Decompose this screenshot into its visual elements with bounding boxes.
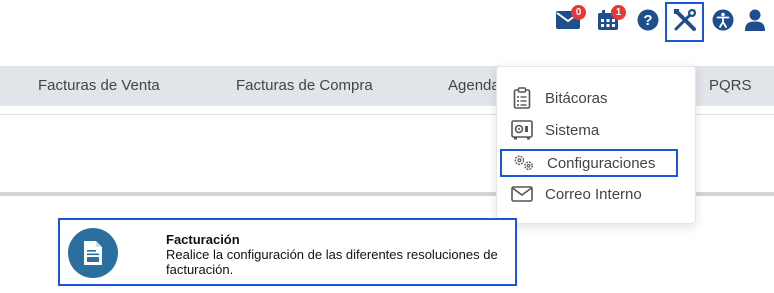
mail-button[interactable]: 0	[554, 5, 586, 36]
safe-icon	[511, 119, 533, 141]
nav-item-facturas-compra[interactable]: Facturas de Compra	[236, 66, 373, 106]
clipboard-list-icon	[511, 87, 533, 109]
calendar-count-badge: 1	[611, 5, 626, 20]
envelope-outline-icon	[511, 183, 533, 205]
card-description: Realice la configuración de las diferent…	[166, 247, 498, 277]
facturacion-card[interactable]: Facturación Realice la configuración de …	[58, 218, 517, 286]
menu-item-configuraciones[interactable]: Configuraciones	[500, 149, 678, 177]
tools-button[interactable]	[665, 2, 704, 42]
menu-item-bitacoras[interactable]: Bitácoras	[511, 85, 608, 111]
top-toolbar: 0 1 ?	[0, 0, 774, 44]
menu-item-sistema[interactable]: Sistema	[511, 117, 599, 143]
nav-item-agenda[interactable]: Agenda	[448, 66, 500, 106]
menu-item-label: Correo Interno	[545, 185, 642, 203]
tools-dropdown-menu: Bitácoras Sistema Configuraciones Correo…	[496, 66, 696, 224]
calendar-button[interactable]: 1	[594, 5, 626, 36]
accessibility-icon	[712, 9, 734, 36]
cogs-icon	[513, 152, 535, 174]
user-icon	[745, 9, 765, 36]
invoice-document-icon	[68, 228, 118, 278]
accessibility-button[interactable]	[709, 8, 737, 36]
question-circle-icon: ?	[637, 9, 659, 36]
card-title: Facturación	[166, 232, 240, 247]
nav-item-facturas-venta[interactable]: Facturas de Venta	[38, 66, 160, 106]
menu-item-label: Configuraciones	[547, 154, 656, 172]
tools-icon	[673, 8, 697, 37]
menu-item-correo-interno[interactable]: Correo Interno	[511, 181, 642, 207]
user-button[interactable]	[741, 8, 769, 36]
nav-item-pqrs[interactable]: PQRS	[709, 66, 752, 106]
mail-count-badge: 0	[571, 5, 586, 20]
help-button[interactable]: ?	[634, 8, 662, 36]
menu-item-label: Bitácoras	[545, 89, 608, 107]
svg-text:?: ?	[643, 12, 652, 29]
menu-item-label: Sistema	[545, 121, 600, 139]
